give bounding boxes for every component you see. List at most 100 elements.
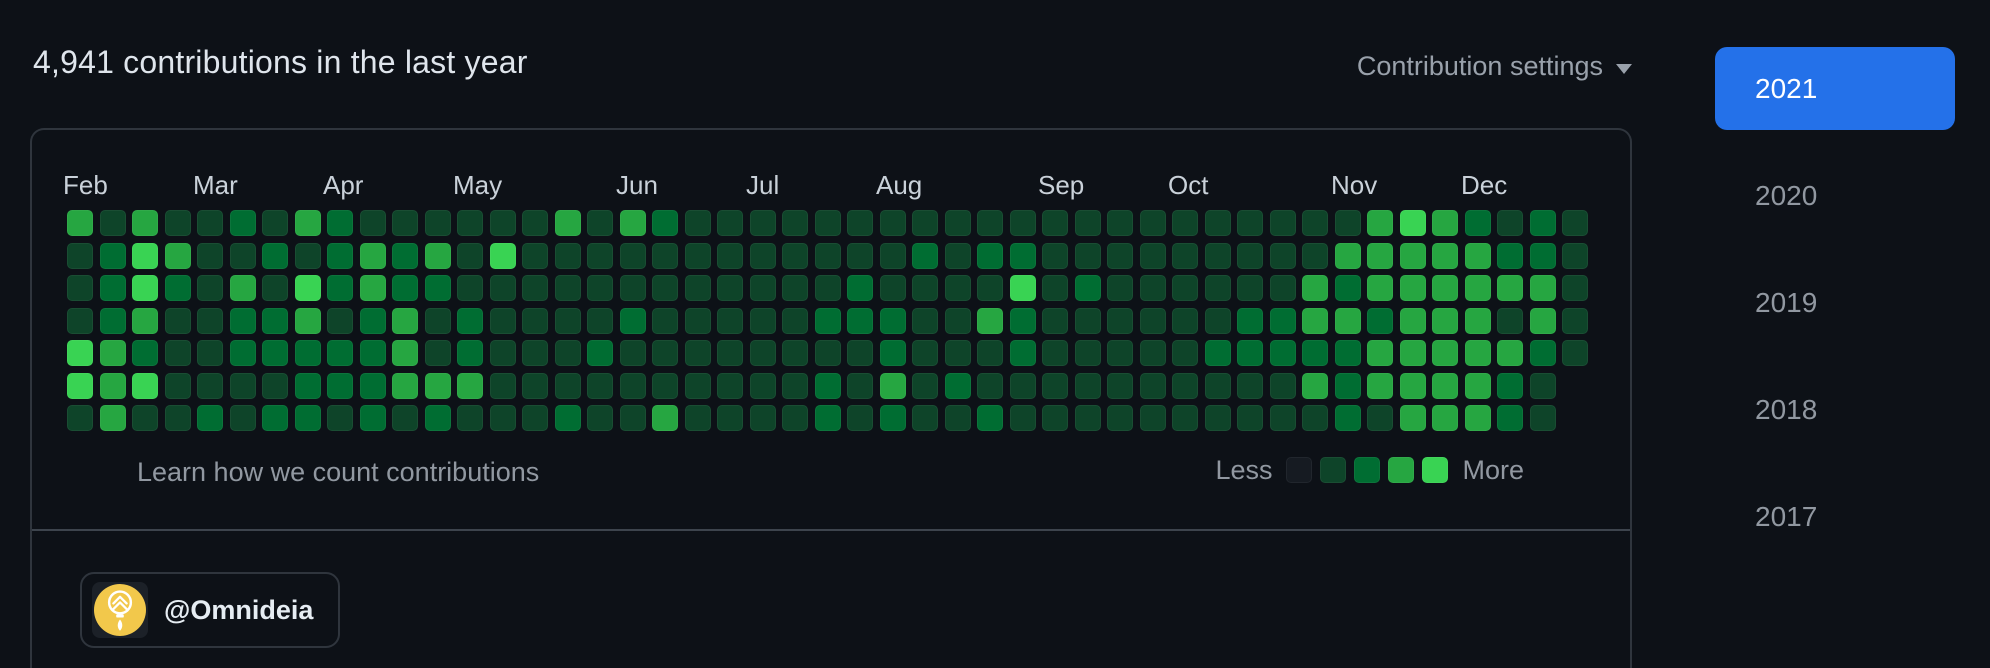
contribution-cell[interactable] xyxy=(1335,373,1361,399)
contribution-cell[interactable] xyxy=(555,405,581,431)
contribution-cell[interactable] xyxy=(457,243,483,269)
contribution-cell[interactable] xyxy=(1302,373,1328,399)
contribution-cell[interactable] xyxy=(1205,308,1231,334)
year-button-2021[interactable]: 2021 xyxy=(1715,47,1955,130)
contribution-cell[interactable] xyxy=(587,210,613,236)
contribution-cell[interactable] xyxy=(782,210,808,236)
contribution-cell[interactable] xyxy=(1042,405,1068,431)
contribution-cell[interactable] xyxy=(1530,275,1556,301)
contribution-cell[interactable] xyxy=(132,308,158,334)
contribution-cell[interactable] xyxy=(1010,308,1036,334)
contribution-cell[interactable] xyxy=(1237,373,1263,399)
contribution-cell[interactable] xyxy=(132,243,158,269)
contribution-cell[interactable] xyxy=(295,210,321,236)
contribution-cell[interactable] xyxy=(490,210,516,236)
contribution-cell[interactable] xyxy=(392,308,418,334)
contribution-cell[interactable] xyxy=(327,340,353,366)
contribution-cell[interactable] xyxy=(392,275,418,301)
contribution-cell[interactable] xyxy=(425,405,451,431)
contribution-cell[interactable] xyxy=(327,243,353,269)
contribution-cell[interactable] xyxy=(100,340,126,366)
contribution-cell[interactable] xyxy=(522,275,548,301)
contribution-cell[interactable] xyxy=(555,275,581,301)
contribution-cell[interactable] xyxy=(1107,243,1133,269)
contribution-cell[interactable] xyxy=(327,373,353,399)
contribution-cell[interactable] xyxy=(977,405,1003,431)
contribution-cell[interactable] xyxy=(1335,210,1361,236)
contribution-cell[interactable] xyxy=(1302,275,1328,301)
contribution-cell[interactable] xyxy=(847,405,873,431)
contribution-cell[interactable] xyxy=(1075,275,1101,301)
contribution-cell[interactable] xyxy=(620,210,646,236)
contribution-cell[interactable] xyxy=(1042,308,1068,334)
contribution-cell[interactable] xyxy=(1302,340,1328,366)
contribution-cell[interactable] xyxy=(457,340,483,366)
contribution-cell[interactable] xyxy=(490,373,516,399)
contribution-cell[interactable] xyxy=(1367,210,1393,236)
contribution-cell[interactable] xyxy=(132,373,158,399)
contribution-cell[interactable] xyxy=(977,243,1003,269)
contribution-cell[interactable] xyxy=(1562,308,1588,334)
contribution-cell[interactable] xyxy=(1107,373,1133,399)
contribution-cell[interactable] xyxy=(1465,405,1491,431)
contribution-cell[interactable] xyxy=(1140,275,1166,301)
contribution-cell[interactable] xyxy=(327,308,353,334)
contribution-cell[interactable] xyxy=(1335,340,1361,366)
year-button-2019[interactable]: 2019 xyxy=(1715,261,1955,344)
contribution-cell[interactable] xyxy=(782,340,808,366)
contribution-cell[interactable] xyxy=(1400,243,1426,269)
contribution-cell[interactable] xyxy=(1270,373,1296,399)
contribution-cell[interactable] xyxy=(685,210,711,236)
contribution-cell[interactable] xyxy=(262,243,288,269)
contribution-cell[interactable] xyxy=(620,373,646,399)
contribution-cell[interactable] xyxy=(457,405,483,431)
contribution-cell[interactable] xyxy=(1465,373,1491,399)
contribution-cell[interactable] xyxy=(652,340,678,366)
contribution-cell[interactable] xyxy=(1302,210,1328,236)
contribution-cell[interactable] xyxy=(717,405,743,431)
contribution-cell[interactable] xyxy=(457,308,483,334)
contribution-cell[interactable] xyxy=(295,275,321,301)
contribution-cell[interactable] xyxy=(490,405,516,431)
contribution-cell[interactable] xyxy=(522,373,548,399)
contribution-cell[interactable] xyxy=(230,405,256,431)
contribution-cell[interactable] xyxy=(1465,308,1491,334)
contribution-cell[interactable] xyxy=(1140,308,1166,334)
contribution-cell[interactable] xyxy=(100,275,126,301)
contribution-cell[interactable] xyxy=(1367,243,1393,269)
year-button-2020[interactable]: 2020 xyxy=(1715,154,1955,237)
contribution-cell[interactable] xyxy=(1172,308,1198,334)
contribution-cell[interactable] xyxy=(1205,340,1231,366)
contribution-cell[interactable] xyxy=(1140,373,1166,399)
contribution-cell[interactable] xyxy=(1432,405,1458,431)
contribution-cell[interactable] xyxy=(230,308,256,334)
contribution-cell[interactable] xyxy=(1172,243,1198,269)
contribution-cell[interactable] xyxy=(1042,373,1068,399)
contribution-cell[interactable] xyxy=(1432,308,1458,334)
contribution-cell[interactable] xyxy=(1107,405,1133,431)
contribution-cell[interactable] xyxy=(880,340,906,366)
contribution-cell[interactable] xyxy=(327,210,353,236)
contribution-cell[interactable] xyxy=(1172,405,1198,431)
contribution-cell[interactable] xyxy=(360,308,386,334)
contribution-cell[interactable] xyxy=(1075,405,1101,431)
contribution-cell[interactable] xyxy=(165,340,191,366)
contribution-cell[interactable] xyxy=(1465,210,1491,236)
contribution-cell[interactable] xyxy=(67,210,93,236)
contribution-cell[interactable] xyxy=(587,275,613,301)
contribution-cell[interactable] xyxy=(1270,243,1296,269)
contribution-cell[interactable] xyxy=(1172,340,1198,366)
contribution-cell[interactable] xyxy=(197,243,223,269)
contribution-cell[interactable] xyxy=(1400,210,1426,236)
contribution-cell[interactable] xyxy=(1270,275,1296,301)
contribution-cell[interactable] xyxy=(425,340,451,366)
contribution-cell[interactable] xyxy=(1107,275,1133,301)
contribution-cell[interactable] xyxy=(425,210,451,236)
contribution-cell[interactable] xyxy=(360,373,386,399)
contribution-cell[interactable] xyxy=(1010,210,1036,236)
contribution-cell[interactable] xyxy=(165,405,191,431)
contribution-cell[interactable] xyxy=(847,373,873,399)
contribution-cell[interactable] xyxy=(522,243,548,269)
contribution-cell[interactable] xyxy=(815,275,841,301)
contribution-cell[interactable] xyxy=(782,405,808,431)
